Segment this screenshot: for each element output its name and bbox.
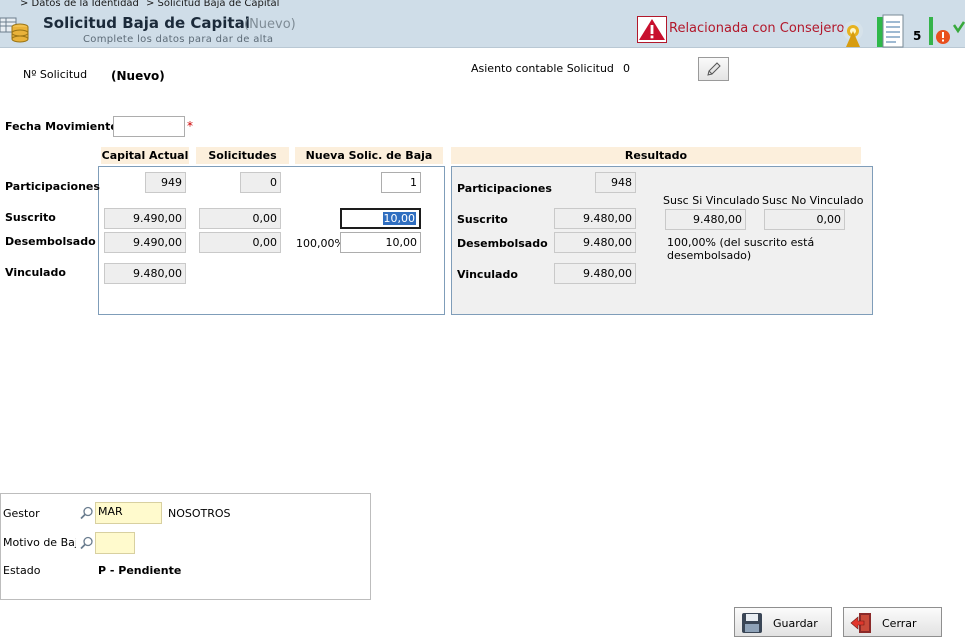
consejeros-warning-link[interactable]: Relacionada con Consejeros [669,21,851,36]
solicitudes-suscrito-field: 0,00 [199,208,281,229]
motivo-label: Motivo de Baja [3,536,76,549]
guardar-label: Guardar [773,617,818,630]
result-label-participaciones: Participaciones [457,182,552,195]
fecha-label: Fecha Movimiento [5,120,118,133]
column-header-solicitudes: Solicitudes [196,147,289,164]
breadcrumb-item-solicitud[interactable]: > Solicitud Baja de Capital [146,0,279,9]
cerrar-label: Cerrar [882,617,917,630]
pencil-icon [707,62,721,76]
fecha-input[interactable] [113,116,185,137]
signal-alert-icon[interactable] [926,13,965,47]
susc-no-vinculado-label: Susc No Vinculado [762,194,864,207]
gestor-label: Gestor [3,507,40,520]
result-label-desembolsado: Desembolsado [457,237,548,250]
header-bar: > Datos de la Identidad > Solicitud Baja… [0,0,965,48]
column-header-resultado: Resultado [451,147,861,164]
susc-si-vinculado-field: 9.480,00 [665,209,746,230]
nueva-desembolsado-percent: 100,00% [296,237,345,250]
page-subtitle: Complete los datos para dar de alta [83,34,274,45]
search-gestor-icon[interactable] [80,506,94,520]
column-header-capital-actual: Capital Actual [101,147,189,164]
gestor-code-input[interactable]: MAR [95,502,162,524]
search-motivo-icon[interactable] [80,536,94,550]
gestor-name: NOSOTROS [168,507,231,520]
nueva-participaciones-input[interactable]: 1 [381,172,421,193]
documents-count: 5 [913,29,922,43]
exit-door-icon [850,613,871,633]
capital-suscrito-field: 9.490,00 [104,208,186,229]
breadcrumb-item-identidad[interactable]: > Datos de la Identidad [20,0,139,9]
row-label-vinculado: Vinculado [5,266,66,279]
susc-si-vinculado-label: Susc Si Vinculado [663,194,760,207]
database-table-icon [0,17,29,43]
capital-participaciones-field: 949 [145,172,186,193]
required-marker: * [187,119,193,133]
nueva-suscrito-input[interactable]: 10,00 [340,208,421,229]
result-participaciones-field: 948 [595,172,636,193]
documents-icon[interactable] [876,14,906,48]
result-suscrito-field: 9.480,00 [554,208,636,229]
nsolicitud-value: (Nuevo) [111,69,165,83]
motivo-input[interactable] [95,532,135,554]
result-desembolsado-field: 9.480,00 [554,232,636,253]
result-label-vinculado: Vinculado [457,268,518,281]
asiento-label: Asiento contable Solicitud [471,62,614,75]
save-disk-icon [742,613,762,633]
column-header-nueva-solicitud: Nueva Solic. de Baja [295,147,443,164]
capital-vinculado-field: 9.480,00 [104,263,186,284]
row-label-suscrito: Suscrito [5,211,56,224]
cerrar-button[interactable]: Cerrar [843,607,942,637]
page-status: (Nuevo) [244,17,296,32]
nueva-suscrito-value: 10,00 [382,212,416,225]
desembolso-note-line1: 100,00% (del suscrito está [667,236,815,249]
asiento-value: 0 [623,62,630,75]
solicitudes-desembolsado-field: 0,00 [199,232,281,253]
susc-no-vinculado-field: 0,00 [764,209,845,230]
edit-asiento-button[interactable] [698,57,729,81]
nueva-desembolsado-input[interactable]: 10,00 [340,232,421,253]
row-label-participaciones: Participaciones [5,180,100,193]
desembolso-note-line2: desembolsado) [667,249,752,262]
guardar-button[interactable]: Guardar [734,607,832,637]
result-vinculado-field: 9.480,00 [554,263,636,284]
connection-icon[interactable] [840,20,866,48]
capital-desembolsado-field: 9.490,00 [104,232,186,253]
nsolicitud-label: Nº Solicitud [23,68,88,81]
page-title: Solicitud Baja de Capital [43,14,250,32]
row-label-desembolsado: Desembolsado [5,235,96,248]
warning-icon[interactable] [637,16,667,43]
estado-label: Estado [3,564,41,577]
estado-value: P - Pendiente [98,564,182,577]
result-label-suscrito: Suscrito [457,213,508,226]
solicitudes-participaciones-field: 0 [240,172,281,193]
